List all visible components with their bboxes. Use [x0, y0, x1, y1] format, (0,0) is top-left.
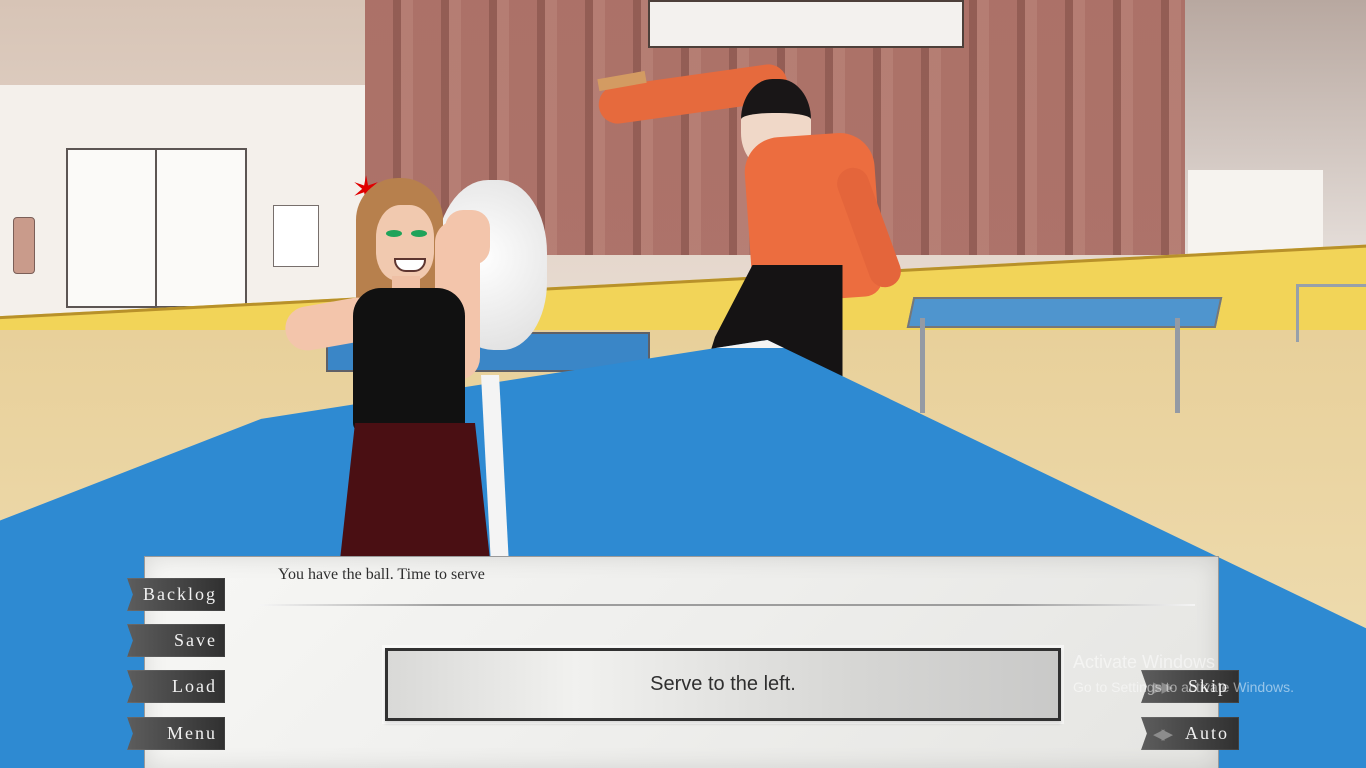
- hanging-banner: [648, 0, 964, 48]
- black-top: [353, 288, 465, 433]
- fire-extinguisher: [13, 217, 35, 274]
- watermark-subtitle: Go to Settings to activate Windows.: [1073, 679, 1294, 695]
- maroon-pants: [340, 423, 490, 560]
- dialog-divider: [260, 604, 1195, 606]
- play-icon: ◀▶: [1153, 725, 1173, 743]
- side-table: [1296, 284, 1366, 342]
- protagonist-fist: [445, 210, 490, 265]
- auto-label: Auto: [1185, 723, 1229, 743]
- opponent-character: [596, 55, 938, 385]
- choice-button-serve-left[interactable]: Serve to the left.: [385, 648, 1061, 721]
- dialog-text: You have the ball. Time to serve: [278, 566, 485, 583]
- protagonist-character: ✶: [281, 170, 515, 560]
- game-scene: ✶ You have the ball. Time to serve Serve…: [0, 0, 1366, 768]
- double-door: [66, 148, 247, 308]
- backlog-button[interactable]: Backlog: [127, 578, 225, 611]
- right-eye: [411, 230, 427, 237]
- left-eye: [386, 230, 402, 237]
- windows-activation-watermark: Activate Windows Go to Settings to activ…: [1073, 652, 1333, 696]
- watermark-title: Activate Windows: [1073, 652, 1216, 672]
- save-button[interactable]: Save: [127, 624, 225, 657]
- auto-button[interactable]: ◀▶ Auto: [1141, 717, 1239, 750]
- background-table-legs: [920, 318, 1180, 413]
- load-button[interactable]: Load: [127, 670, 225, 703]
- menu-button[interactable]: Menu: [127, 717, 225, 750]
